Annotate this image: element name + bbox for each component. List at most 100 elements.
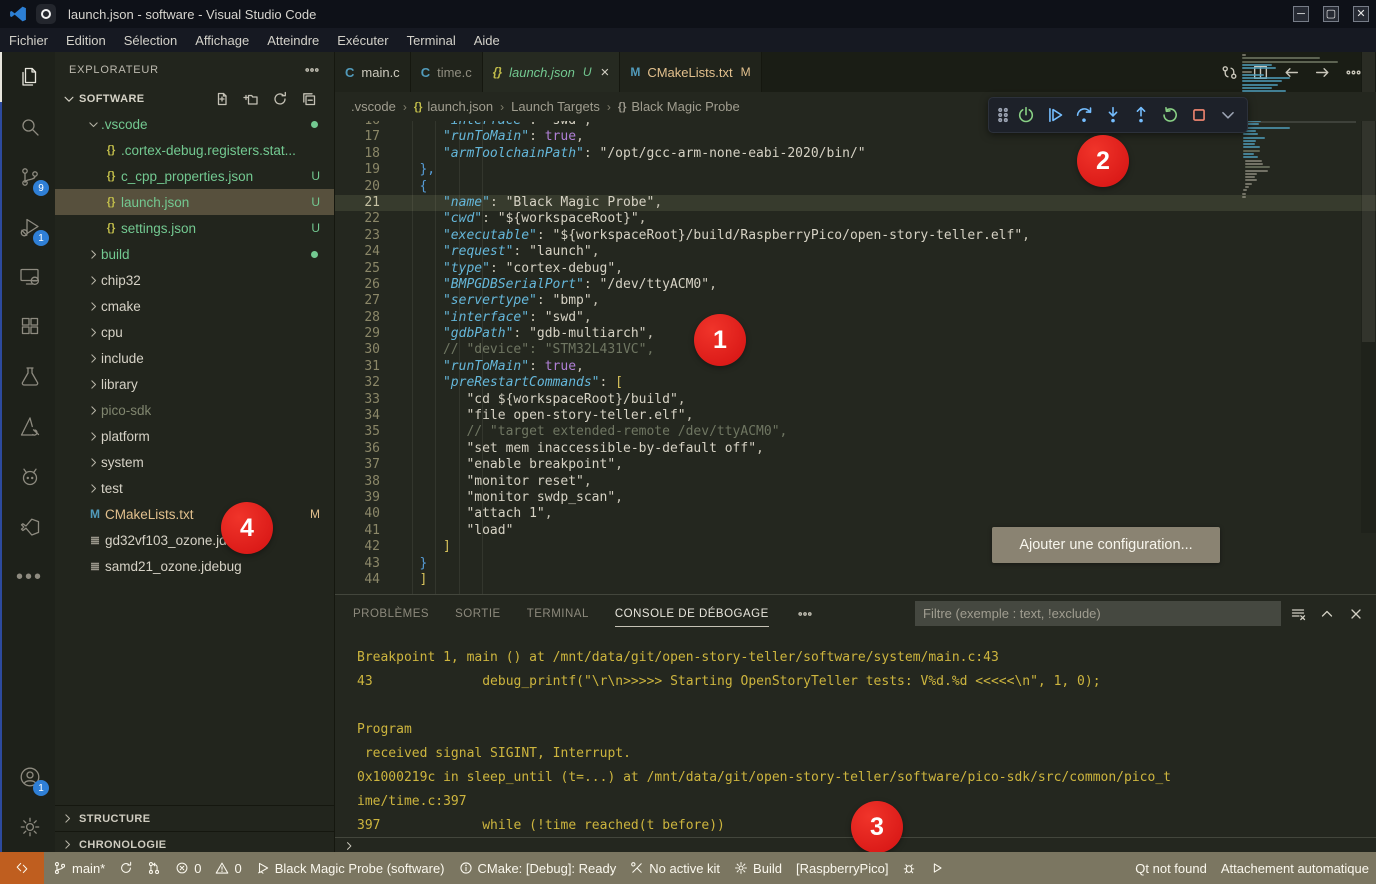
status-cmake-build[interactable]: Build [727, 852, 789, 884]
activity-visual-studio-view[interactable] [2, 502, 57, 552]
activity-run-and-debug[interactable]: 1 [2, 202, 57, 252]
close-tab-icon[interactable]: × [601, 64, 610, 81]
tab-time-c[interactable]: Ctime.c [411, 52, 483, 92]
status-debug-launch-config[interactable]: Black Magic Probe (software) [249, 852, 452, 884]
activity-remote-explorer[interactable] [2, 252, 57, 302]
activity-search[interactable] [2, 102, 57, 152]
toolbar-chevron[interactable] [1214, 101, 1241, 129]
new-file-icon[interactable] [211, 91, 233, 107]
menu-ex-cuter[interactable]: Exécuter [328, 28, 397, 52]
tree-item-library[interactable]: library [55, 371, 334, 397]
tree-item-cortex-debug-registers-stat[interactable]: {}.cortex-debug.registers.stat... [55, 137, 334, 163]
status-cmake-status[interactable]: CMake: [Debug]: Ready [452, 852, 624, 884]
debug-console-filter-input[interactable] [915, 601, 1281, 626]
status-cmake-run[interactable] [923, 852, 951, 884]
minimap[interactable] [1238, 52, 1356, 533]
activity-accounts[interactable]: 1 [2, 752, 57, 802]
activity-testing[interactable] [2, 352, 57, 402]
collapse-all-icon[interactable] [298, 91, 320, 107]
tab-launch-json[interactable]: {}launch.json U × [483, 52, 621, 92]
open-changes-icon[interactable] [1221, 64, 1238, 81]
activity-cmake-tools[interactable] [2, 402, 57, 452]
tree-item-pico-sdk[interactable]: pico-sdk [55, 397, 334, 423]
activity-extensions[interactable] [2, 302, 57, 352]
menu-edition[interactable]: Edition [57, 28, 115, 52]
stop-button[interactable] [1186, 101, 1213, 129]
tree-item-cmake[interactable]: cmake [55, 293, 334, 319]
editor-scrollbar[interactable] [1361, 52, 1376, 533]
add-configuration-button[interactable]: Ajouter une configuration... [992, 527, 1220, 563]
step-over-button[interactable] [1071, 101, 1098, 129]
tree-item-system[interactable]: system [55, 449, 334, 475]
panel-tab-terminal[interactable]: TERMINAL [527, 595, 589, 632]
tree-item-c-cpp-properties-json[interactable]: {}c_cpp_properties.jsonU [55, 163, 334, 189]
status-git-branch[interactable]: main* [46, 852, 112, 884]
restart-button[interactable] [1157, 101, 1184, 129]
tree-item-build[interactable]: build [55, 241, 334, 267]
menu-terminal[interactable]: Terminal [398, 28, 465, 52]
tree-item-platform[interactable]: platform [55, 423, 334, 449]
tree-item-launch-json[interactable]: {}launch.jsonU [55, 189, 334, 215]
menu-fichier[interactable]: Fichier [0, 28, 57, 52]
tab-main-c[interactable]: Cmain.c [335, 52, 411, 92]
status-errors[interactable]: 0 [168, 852, 208, 884]
clear-console-icon[interactable] [1290, 606, 1306, 622]
tree-item-samd21-ozone-jdebug[interactable]: ≣samd21_ozone.jdebug [55, 553, 334, 579]
toolbar-gripper[interactable] [995, 101, 1011, 129]
refresh-icon[interactable] [269, 91, 291, 107]
code-editor[interactable]: 16 "interface": "swd",17 "runToMain": tr… [335, 113, 1376, 594]
panel-more-actions-icon[interactable] [797, 606, 813, 622]
outline-section[interactable]: STRUCTURE [55, 805, 335, 831]
menu-affichage[interactable]: Affichage [186, 28, 258, 52]
maximize-button[interactable]: ▢ [1316, 0, 1346, 28]
breadcrumb-black-magic-probe[interactable]: Black Magic Probe [631, 99, 739, 114]
tree-item-chip32[interactable]: chip32 [55, 267, 334, 293]
menu-aide[interactable]: Aide [465, 28, 509, 52]
menu-atteindre[interactable]: Atteindre [258, 28, 328, 52]
power-button[interactable] [1013, 101, 1040, 129]
app-icon [36, 4, 56, 24]
breadcrumb-launch-targets[interactable]: Launch Targets [511, 99, 600, 114]
panel-tab-probl-mes[interactable]: PROBLÈMES [353, 595, 429, 632]
tree-item-cpu[interactable]: cpu [55, 319, 334, 345]
status-warnings[interactable]: 0 [208, 852, 248, 884]
status-auto-attach[interactable]: Attachement automatique [1214, 852, 1376, 884]
breadcrumb-launch-json[interactable]: launch.json [427, 99, 493, 114]
explorer-more-actions-icon[interactable] [304, 62, 320, 78]
minimize-button[interactable]: ─ [1286, 0, 1316, 28]
menu-s-lection[interactable]: Sélection [115, 28, 186, 52]
activity-alien-extension[interactable] [2, 452, 57, 502]
step-out-button[interactable] [1128, 101, 1155, 129]
status-sync-changes[interactable] [112, 852, 140, 884]
debug-console-output[interactable]: Breakpoint 1, main () at /mnt/data/git/o… [335, 632, 1376, 831]
panel-tab-sortie[interactable]: SORTIE [455, 595, 501, 632]
close-panel-icon[interactable] [1348, 606, 1364, 622]
maximize-panel-icon[interactable] [1319, 606, 1335, 622]
tree-item-cmakelists-txt[interactable]: MCMakeLists.txtM [55, 501, 334, 527]
minimap-line [1243, 137, 1265, 139]
activity-additional-views[interactable]: ••• [2, 552, 57, 602]
panel-tab-console-de-d-bogage[interactable]: CONSOLE DE DÉBOGAGE [615, 595, 769, 632]
activity-explorer[interactable] [0, 52, 55, 102]
tree-item-include[interactable]: include [55, 345, 334, 371]
remote-icon [15, 861, 29, 875]
status-compare-changes[interactable] [140, 852, 168, 884]
continue-button[interactable] [1042, 101, 1069, 129]
step-into-button[interactable] [1099, 101, 1126, 129]
status-cmake-target[interactable]: [RaspberryPico] [789, 852, 895, 884]
activity-manage[interactable] [2, 802, 57, 852]
new-folder-icon[interactable] [240, 91, 262, 107]
tree-item-test[interactable]: test [55, 475, 334, 501]
tree-item-settings-json[interactable]: {}settings.jsonU [55, 215, 334, 241]
status-cmake-debug[interactable] [895, 852, 923, 884]
tab-cmakelists-txt[interactable]: MCMakeLists.txt M [620, 52, 761, 92]
status-remote-indicator[interactable] [0, 852, 44, 884]
breadcrumb-vscode[interactable]: .vscode [351, 99, 396, 114]
tree-item-vscode[interactable]: .vscode [55, 111, 334, 137]
tree-item-gd32vf103-ozone-jdebug[interactable]: ≣gd32vf103_ozone.jdebug [55, 527, 334, 553]
close-button[interactable]: ✕ [1346, 0, 1376, 28]
activity-source-control[interactable]: 9 [2, 152, 57, 202]
status-qt-status[interactable]: Qt not found [1128, 852, 1214, 884]
folder-section-header[interactable]: SOFTWARE [55, 87, 334, 111]
status-cmake-kit[interactable]: No active kit [623, 852, 727, 884]
